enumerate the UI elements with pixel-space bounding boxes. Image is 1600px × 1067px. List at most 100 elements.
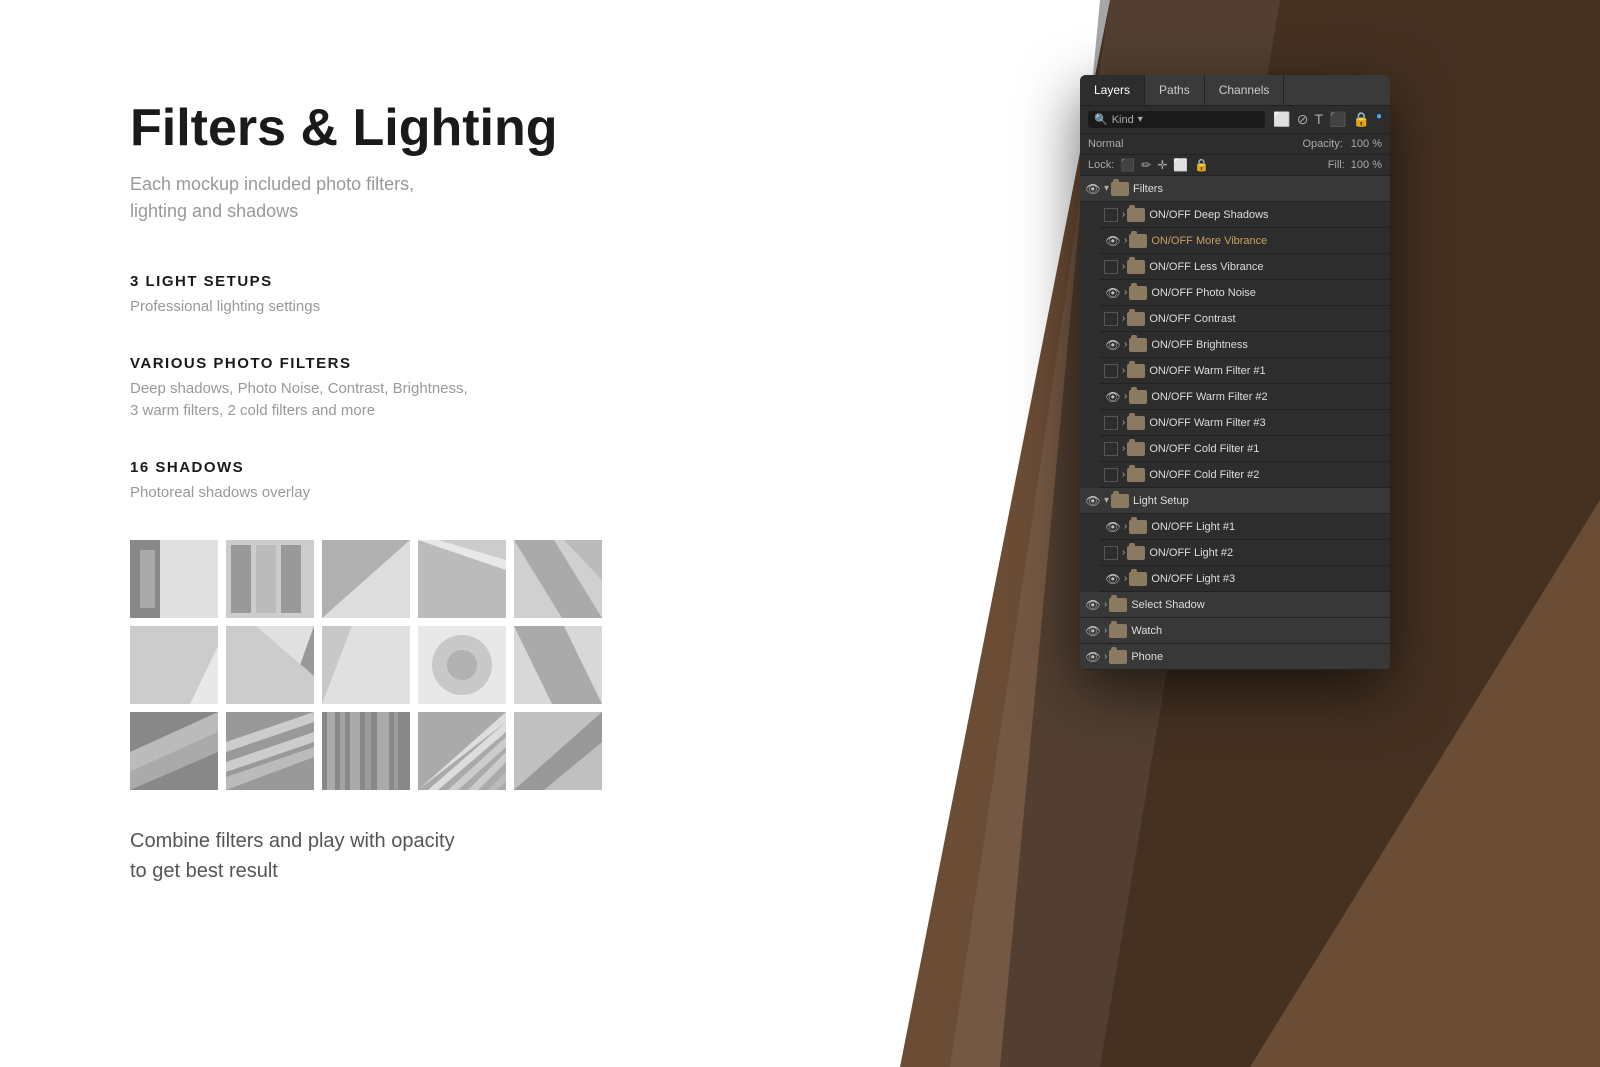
opacity-value[interactable]: 100 % — [1351, 138, 1382, 150]
folder-icon — [1109, 624, 1127, 638]
expand-icon[interactable]: › — [1104, 599, 1107, 610]
expand-icon[interactable]: ▾ — [1104, 495, 1109, 506]
expand-chevron[interactable]: › — [1124, 391, 1127, 402]
layer-light-setup-group[interactable]: 👁 ▾ Light Setup — [1080, 488, 1390, 514]
expand-chevron[interactable]: › — [1122, 313, 1125, 324]
expand-icon[interactable]: ▾ — [1104, 183, 1109, 194]
lock-transparent-icon[interactable]: ⬛ — [1120, 158, 1135, 172]
layer-photo-noise[interactable]: 👁 › ON/OFF Photo Noise — [1100, 280, 1390, 306]
shadow-thumb-8 — [322, 626, 410, 704]
visibility-checkbox[interactable] — [1104, 546, 1118, 560]
shadow-thumb-15 — [514, 712, 602, 790]
visibility-icon[interactable]: 👁 — [1104, 232, 1122, 250]
visibility-icon[interactable]: 👁 — [1084, 622, 1102, 640]
visibility-icon[interactable]: 👁 — [1104, 518, 1122, 536]
layer-select-shadow-group[interactable]: 👁 › Select Shadow — [1080, 592, 1390, 618]
lock-position-icon[interactable]: ✛ — [1157, 158, 1167, 172]
filter-pixel-icon[interactable]: ⬜ — [1273, 111, 1290, 128]
expand-chevron[interactable]: › — [1122, 365, 1125, 376]
expand-icon[interactable]: › — [1104, 651, 1107, 662]
visibility-checkbox[interactable] — [1104, 312, 1118, 326]
visibility-icon[interactable]: 👁 — [1084, 596, 1102, 614]
folder-icon — [1111, 494, 1129, 508]
lock-label: Lock: — [1088, 159, 1114, 171]
expand-chevron[interactable]: › — [1124, 521, 1127, 532]
expand-chevron[interactable]: › — [1122, 261, 1125, 272]
filter-smart-icon[interactable]: 🔒 — [1353, 111, 1370, 128]
tab-layers[interactable]: Layers — [1080, 75, 1145, 105]
section-desc-shadows: Photoreal shadows overlay — [130, 482, 750, 505]
layer-warm-3[interactable]: › ON/OFF Warm Filter #3 — [1100, 410, 1390, 436]
lock-artboard-icon[interactable]: ⬜ — [1173, 158, 1188, 172]
panel-toolbar: 🔍 Kind ▾ ⬜ ⊘ T ⬛ 🔒 ● — [1080, 106, 1390, 134]
layer-warm-1[interactable]: › ON/OFF Warm Filter #1 — [1100, 358, 1390, 384]
tab-paths[interactable]: Paths — [1145, 75, 1205, 105]
layer-name: ON/OFF Deep Shadows — [1149, 209, 1386, 221]
visibility-icon[interactable]: 👁 — [1104, 388, 1122, 406]
layer-cold-2[interactable]: › ON/OFF Cold Filter #2 — [1100, 462, 1390, 488]
visibility-checkbox[interactable] — [1104, 442, 1118, 456]
visibility-icon[interactable]: 👁 — [1084, 648, 1102, 666]
layer-cold-1[interactable]: › ON/OFF Cold Filter #1 — [1100, 436, 1390, 462]
shadow-thumb-4 — [418, 540, 506, 618]
visibility-checkbox[interactable] — [1104, 416, 1118, 430]
tab-channels[interactable]: Channels — [1205, 75, 1285, 105]
expand-chevron[interactable]: › — [1122, 443, 1125, 454]
visibility-icon[interactable]: 👁 — [1104, 570, 1122, 588]
section-desc-filters: Deep shadows, Photo Noise, Contrast, Bri… — [130, 378, 750, 423]
filter-shape-icon[interactable]: ⬛ — [1329, 111, 1346, 128]
expand-chevron[interactable]: › — [1124, 287, 1127, 298]
folder-icon — [1127, 468, 1145, 482]
fill-value[interactable]: 100 % — [1351, 159, 1382, 171]
folder-icon — [1127, 546, 1145, 560]
expand-chevron[interactable]: › — [1124, 339, 1127, 350]
section-shadows: 16 Shadows Photoreal shadows overlay — [130, 459, 750, 505]
layer-less-vibrance[interactable]: › ON/OFF Less Vibrance — [1100, 254, 1390, 280]
shadow-thumb-10 — [514, 626, 602, 704]
layer-filters-group[interactable]: 👁 ▾ Filters — [1080, 176, 1390, 202]
folder-icon — [1129, 286, 1147, 300]
visibility-checkbox[interactable] — [1104, 468, 1118, 482]
visibility-icon[interactable]: 👁 — [1104, 336, 1122, 354]
folder-icon — [1111, 182, 1129, 196]
layer-more-vibrance[interactable]: 👁 › ON/OFF More Vibrance — [1100, 228, 1390, 254]
layer-name: ON/OFF Contrast — [1149, 313, 1386, 325]
layer-phone-group[interactable]: 👁 › Phone — [1080, 644, 1390, 670]
expand-chevron[interactable]: › — [1122, 547, 1125, 558]
shadow-thumb-6 — [130, 626, 218, 704]
lock-paint-icon[interactable]: ✏ — [1141, 158, 1151, 172]
expand-chevron[interactable]: › — [1124, 573, 1127, 584]
blend-mode-label[interactable]: Normal — [1088, 138, 1123, 150]
expand-icon[interactable]: › — [1104, 625, 1107, 636]
layer-brightness[interactable]: 👁 › ON/OFF Brightness — [1100, 332, 1390, 358]
folder-icon — [1109, 598, 1127, 612]
folder-icon — [1127, 260, 1145, 274]
filter-adjust-icon[interactable]: ⊘ — [1297, 111, 1309, 128]
photoshop-panel: Layers Paths Channels 🔍 Kind ▾ ⬜ ⊘ T ⬛ 🔒… — [1080, 75, 1390, 670]
visibility-checkbox[interactable] — [1104, 208, 1118, 222]
expand-chevron[interactable]: › — [1122, 209, 1125, 220]
visibility-checkbox[interactable] — [1104, 260, 1118, 274]
layer-light-2[interactable]: › ON/OFF Light #2 — [1100, 540, 1390, 566]
expand-chevron[interactable]: › — [1122, 417, 1125, 428]
lock-all-icon[interactable]: 🔒 — [1194, 158, 1209, 172]
layer-contrast[interactable]: › ON/OFF Contrast — [1100, 306, 1390, 332]
layer-deep-shadows[interactable]: › ON/OFF Deep Shadows — [1100, 202, 1390, 228]
shadow-thumb-5 — [514, 540, 602, 618]
layer-watch-group[interactable]: 👁 › Watch — [1080, 618, 1390, 644]
layer-light-1[interactable]: 👁 › ON/OFF Light #1 — [1100, 514, 1390, 540]
visibility-icon[interactable]: 👁 — [1104, 284, 1122, 302]
visibility-icon[interactable]: 👁 — [1084, 180, 1102, 198]
shadow-thumb-13 — [322, 712, 410, 790]
layer-warm-2[interactable]: 👁 › ON/OFF Warm Filter #2 — [1100, 384, 1390, 410]
filter-type-icon[interactable]: T — [1315, 111, 1324, 128]
kind-search[interactable]: 🔍 Kind ▾ — [1088, 111, 1265, 128]
expand-chevron[interactable]: › — [1124, 235, 1127, 246]
filter-active-icon[interactable]: ● — [1376, 111, 1382, 128]
expand-chevron[interactable]: › — [1122, 469, 1125, 480]
visibility-checkbox[interactable] — [1104, 364, 1118, 378]
layer-light-3[interactable]: 👁 › ON/OFF Light #3 — [1100, 566, 1390, 592]
shadow-thumb-11 — [130, 712, 218, 790]
folder-icon — [1129, 572, 1147, 586]
visibility-icon[interactable]: 👁 — [1084, 492, 1102, 510]
